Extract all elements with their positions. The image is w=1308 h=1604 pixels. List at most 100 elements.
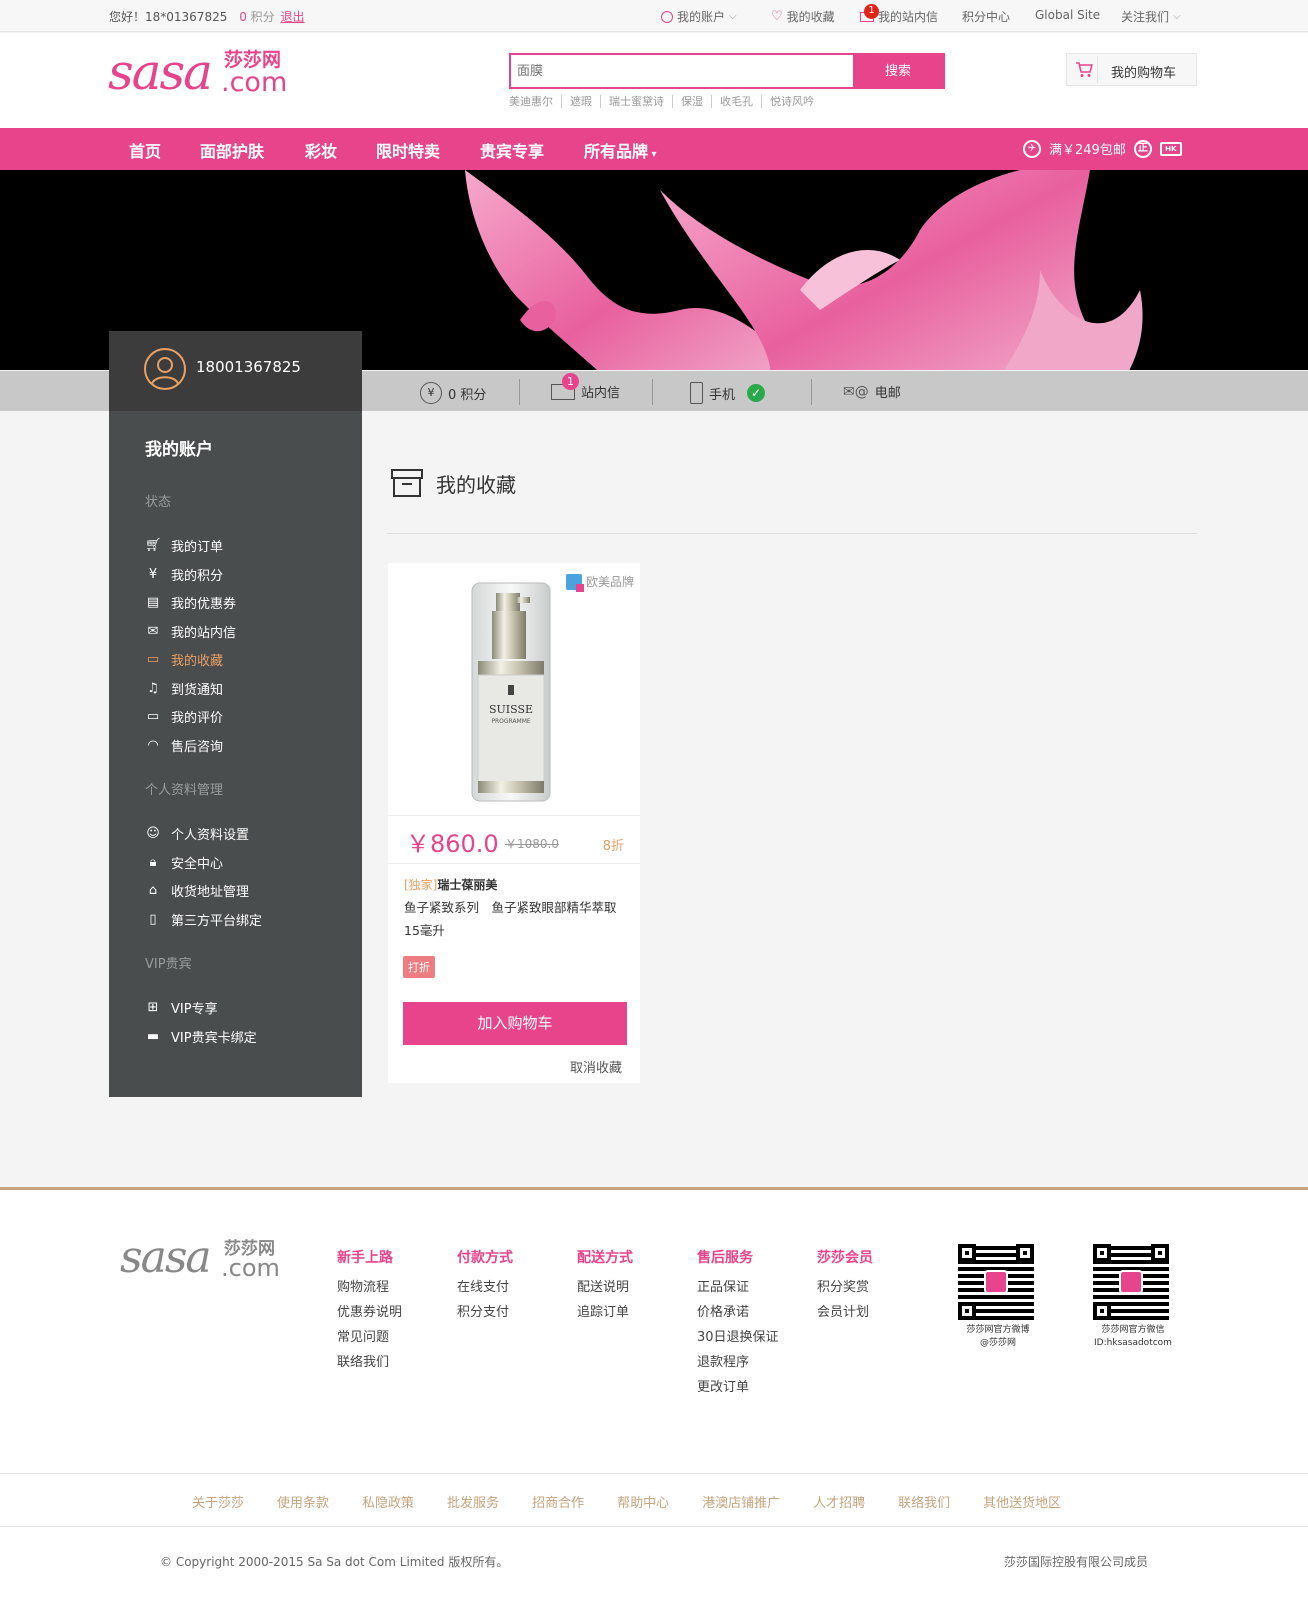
footer-link[interactable]: 积分奖赏	[817, 1275, 873, 1300]
status-inbox[interactable]: 1 站内信	[551, 372, 620, 401]
footer-bottom-link[interactable]: 联络我们	[898, 1492, 950, 1511]
wechat-icon	[1119, 1270, 1143, 1294]
footer-bottom-link[interactable]: 批发服务	[447, 1492, 499, 1511]
sidebar-item-profile-settings[interactable]: ☺ 个人资料设置	[145, 824, 249, 843]
weibo-icon	[984, 1270, 1008, 1294]
follow-us-link[interactable]: 关注我们 ⌵	[1121, 8, 1181, 25]
footer-bottom-link[interactable]: 人才招聘	[813, 1492, 865, 1511]
cart-icon: 🛒︎	[145, 537, 162, 553]
footer-link[interactable]: 价格承诺	[697, 1300, 779, 1325]
footer-link[interactable]: 30日退换保证	[697, 1325, 779, 1350]
footer-bottom-link[interactable]: 私隐政策	[362, 1492, 414, 1511]
promo-badge: 打折	[403, 956, 435, 978]
hot-word[interactable]: 收毛孔	[711, 95, 761, 108]
greeting: 您好！18*01367825 0 积分 退出	[109, 8, 305, 25]
coupon-icon: ▤	[146, 594, 160, 610]
footer-link[interactable]: 常见问题	[337, 1325, 402, 1350]
sidebar-item-orders[interactable]: 🛒︎ 我的订单	[145, 536, 223, 555]
footer-link[interactable]: 正品保证	[697, 1275, 779, 1300]
sidebar-item-vip-exclusive[interactable]: ⊞ VIP专享	[145, 998, 218, 1017]
hot-word[interactable]: 遮瑕	[561, 95, 600, 108]
my-favorites-link[interactable]: ♡ 我的收藏	[771, 8, 835, 25]
hot-word[interactable]: 保湿	[672, 95, 711, 108]
headset-icon: ◠	[147, 737, 159, 753]
header: sasa 莎莎网 .com 搜索 美迪惠尔遮瑕瑞士蜜黛诗保湿收毛孔悦诗风吟 我的…	[0, 33, 1308, 128]
footer-link[interactable]: 积分支付	[457, 1300, 513, 1325]
add-to-cart-button[interactable]: 加入购物车	[403, 1002, 627, 1045]
sidebar-item-addresses[interactable]: ⌂ 收货地址管理	[145, 881, 249, 900]
sidebar-title: 我的账户	[145, 440, 213, 460]
footer-link[interactable]: 在线支付	[457, 1275, 513, 1300]
footer-bottom-link[interactable]: 港澳店铺推广	[702, 1492, 780, 1511]
footer-link[interactable]: 购物流程	[337, 1275, 402, 1300]
avatar[interactable]	[144, 348, 186, 390]
sidebar-item-security[interactable]: 🔒︎ 安全中心	[145, 853, 223, 872]
footer-link[interactable]: 退款程序	[697, 1350, 779, 1375]
sidebar-item-favorites[interactable]: ▭ 我的收藏	[145, 650, 223, 669]
footer-link[interactable]: 追踪订单	[577, 1300, 633, 1325]
product-image[interactable]: SUISSE PROGRAMME 欧美品牌	[388, 563, 640, 816]
nav-all-brands[interactable]: 所有品牌 ▾	[584, 138, 657, 162]
status-email[interactable]: ✉@ 电邮	[843, 382, 901, 402]
sidebar-item-vip-card[interactable]: ▬ VIP贵宾卡绑定	[145, 1027, 257, 1046]
site-logo[interactable]: sasa 莎莎网 .com	[108, 43, 298, 103]
status-points[interactable]: ¥ 0 积分	[420, 382, 486, 404]
product-name[interactable]: 鱼子紧致系列 鱼子紧致眼部精华萃取 15毫升	[404, 896, 632, 942]
footer-bottom-link[interactable]: 帮助中心	[617, 1492, 669, 1511]
sidebar: 我的账户 状态 🛒︎ 我的订单 ¥ 我的积分 ▤ 我的优惠券 ✉ 我的站内信 ▭ 我的收藏…	[109, 411, 362, 1097]
footer-bottom-link[interactable]: 招商合作	[532, 1492, 584, 1511]
footer-bottom-link[interactable]: 使用条款	[277, 1492, 329, 1511]
hot-word[interactable]: 悦诗风吟	[761, 95, 822, 108]
wechat-qr: 莎莎网官方微信 ID:hksasadotcom	[1093, 1244, 1173, 1350]
serum-bottle-image: SUISSE PROGRAMME	[471, 582, 551, 802]
sidebar-item-third-party[interactable]: ▯ 第三方平台绑定	[145, 910, 262, 929]
nav-skincare[interactable]: 面部护肤	[200, 138, 264, 162]
nav-vip[interactable]: 贵宾专享	[480, 138, 544, 162]
sidebar-item-reviews[interactable]: ▭ 我的评价	[145, 707, 223, 726]
footer-link[interactable]: 更改订单	[697, 1375, 779, 1400]
sidebar-item-after-sales[interactable]: ◠ 售后咨询	[145, 736, 223, 755]
product-discount: 8折	[602, 839, 624, 854]
footer-link[interactable]: 配送说明	[577, 1275, 633, 1300]
phone-icon	[690, 382, 703, 404]
points-center-link[interactable]: 积分中心	[962, 8, 1010, 25]
sidebar-section-status: 状态	[145, 495, 172, 510]
greeting-text: 您好！18*01367825	[109, 10, 228, 24]
product-price: ￥860.0	[406, 830, 499, 858]
sidebar-item-coupons[interactable]: ▤ 我的优惠券	[145, 593, 236, 612]
wechat-qr-code	[1093, 1244, 1169, 1320]
logout-link[interactable]: 退出	[281, 10, 305, 24]
sidebar-item-stock-alerts[interactable]: ♫ 到货通知	[145, 679, 223, 698]
yen-icon: ¥	[420, 382, 442, 404]
caret-down-icon: ▾	[648, 149, 657, 160]
inbox-link[interactable]: 1 我的站内信	[860, 3, 938, 25]
bell-icon: ♫	[147, 680, 159, 696]
product-brand[interactable]: [独家]瑞士葆丽美	[404, 876, 497, 893]
nav-home[interactable]: 首页	[129, 138, 161, 162]
search-input[interactable]	[511, 55, 853, 87]
nav-flash-sale[interactable]: 限时特卖	[376, 138, 440, 162]
footer-bottom-link[interactable]: 其他送货地区	[983, 1492, 1061, 1511]
global-site-link[interactable]: Global Site	[1035, 8, 1100, 22]
sidebar-item-points[interactable]: ¥ 我的积分	[145, 565, 223, 584]
user-icon	[661, 10, 673, 23]
footer-logo: sasa 莎莎网 .com	[120, 1232, 280, 1283]
sidebar-item-inbox[interactable]: ✉ 我的站内信	[145, 622, 236, 641]
hot-word[interactable]: 美迪惠尔	[509, 95, 561, 108]
nav-makeup[interactable]: 彩妆	[305, 138, 337, 162]
footer-link[interactable]: 优惠券说明	[337, 1300, 402, 1325]
cart-label: 我的购物车	[1111, 66, 1177, 81]
svg-text:SUISSE: SUISSE	[489, 703, 533, 716]
footer-link[interactable]: 联络我们	[337, 1350, 402, 1375]
my-account-link[interactable]: 我的账户 ⌵	[661, 8, 737, 25]
yen-icon: ¥	[148, 566, 158, 582]
hk-truck-icon: HK	[1159, 141, 1182, 156]
footer-link[interactable]: 会员计划	[817, 1300, 873, 1325]
search-button[interactable]: 搜索	[853, 55, 943, 87]
footer-bottom-link[interactable]: 关于莎莎	[192, 1492, 244, 1511]
status-mobile[interactable]: 手机 ✓	[690, 382, 766, 404]
remove-favorite-link[interactable]: 取消收藏	[570, 1057, 622, 1076]
cart-button[interactable]: 我的购物车	[1066, 53, 1197, 86]
product-old-price: ￥1080.0	[505, 837, 559, 851]
hot-word[interactable]: 瑞士蜜黛诗	[600, 95, 672, 108]
